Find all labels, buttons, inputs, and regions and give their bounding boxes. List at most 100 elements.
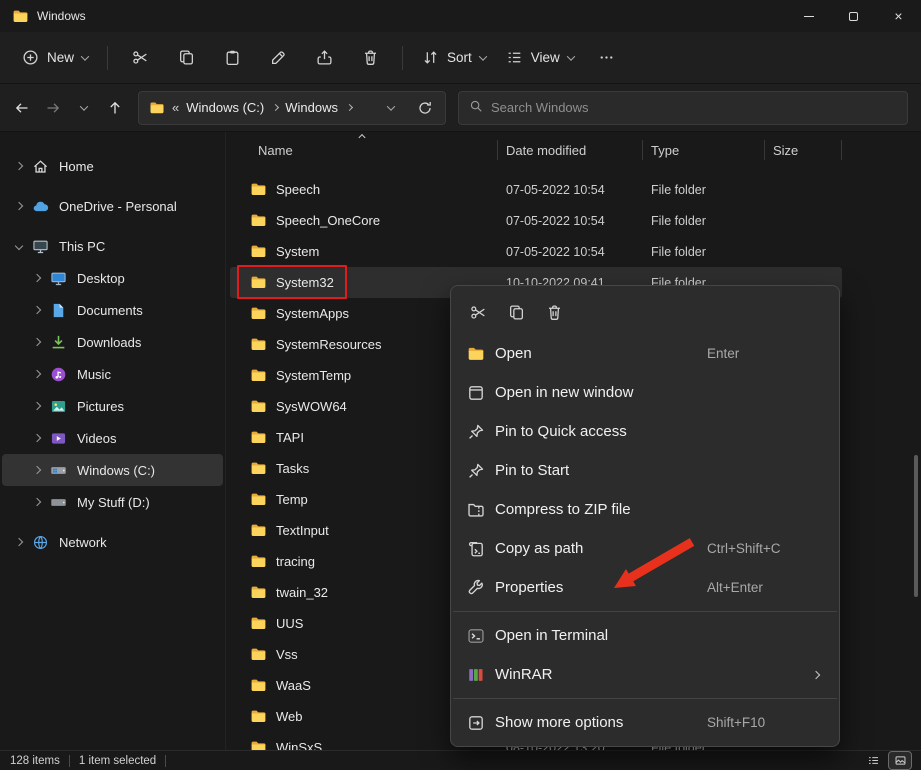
context-menu-item-open[interactable]: Open Enter: [455, 334, 835, 373]
sidebar-item-my-stuff-d[interactable]: My Stuff (D:): [2, 486, 223, 518]
expand-chevron-icon[interactable]: [33, 338, 41, 346]
vertical-scrollbar-thumb[interactable]: [914, 455, 918, 597]
back-button[interactable]: [6, 92, 37, 123]
search-box[interactable]: [458, 91, 908, 125]
expand-chevron-icon[interactable]: [15, 242, 23, 250]
context-quick-cut[interactable]: [461, 296, 495, 328]
context-quick-delete[interactable]: [537, 296, 571, 328]
sidebar-item-pictures[interactable]: Pictures: [2, 390, 223, 422]
forward-button[interactable]: [37, 92, 68, 123]
column-header-type[interactable]: Type: [643, 132, 765, 166]
breadcrumb[interactable]: « Windows (C:) Windows: [138, 91, 446, 125]
sort-button-label: Sort: [447, 50, 472, 65]
context-menu-item-pin-to-quick-access[interactable]: Pin to Quick access: [455, 412, 835, 451]
sidebar-item-network[interactable]: Network: [2, 526, 223, 558]
sidebar-item-documents[interactable]: Documents: [2, 294, 223, 326]
new-button[interactable]: New: [12, 41, 98, 74]
context-menu-item-open-in-terminal[interactable]: Open in Terminal: [455, 616, 835, 655]
sidebar-item-onedrive-personal[interactable]: OneDrive - Personal: [2, 190, 223, 222]
file-row-speech[interactable]: Speech 07-05-2022 10:54 File folder: [230, 174, 842, 205]
arrow-right-icon: [45, 100, 61, 116]
navigation-pane: Home OneDrive - Personal This PC: [0, 132, 226, 750]
winrar-icon: [467, 666, 485, 684]
context-menu-item-properties[interactable]: Properties Alt+Enter: [455, 568, 835, 607]
sort-button[interactable]: Sort: [412, 41, 496, 74]
breadcrumb-label[interactable]: Windows (C:): [186, 100, 264, 115]
breadcrumb-label[interactable]: Windows: [285, 100, 338, 115]
column-header-name[interactable]: Name: [226, 132, 498, 166]
sidebar-item-home[interactable]: Home: [2, 150, 223, 182]
folder-icon: [250, 243, 267, 260]
toolbar-delete[interactable]: [351, 41, 389, 75]
context-menu-item-open-in-new-window[interactable]: Open in new window: [455, 373, 835, 412]
folder-icon: [467, 345, 485, 363]
copy-icon: [178, 49, 195, 66]
toolbar-copy[interactable]: [167, 41, 205, 75]
file-row-system[interactable]: System 07-05-2022 10:54 File folder: [230, 236, 842, 267]
pin-icon: [467, 462, 485, 480]
expand-chevron-icon[interactable]: [33, 306, 41, 314]
file-row-speech-onecore[interactable]: Speech_OneCore 07-05-2022 10:54 File fol…: [230, 205, 842, 236]
toolbar-cut[interactable]: [121, 41, 159, 75]
toolbar-share[interactable]: [305, 41, 343, 75]
context-quick-copy[interactable]: [499, 296, 533, 328]
expand-chevron-icon[interactable]: [33, 274, 41, 282]
column-headers: Name Date modified Type Size: [226, 132, 921, 166]
view-button[interactable]: View: [496, 41, 584, 74]
window-title: Windows: [37, 9, 86, 23]
expand-chevron-icon[interactable]: [15, 538, 23, 546]
file-name: SystemTemp: [276, 368, 351, 383]
expand-chevron-icon[interactable]: [15, 202, 23, 210]
close-button[interactable]: ×: [876, 0, 921, 32]
menu-item-label: Pin to Quick access: [495, 423, 627, 440]
context-menu-item-pin-to-start[interactable]: Pin to Start: [455, 451, 835, 490]
details-view-button[interactable]: [862, 752, 884, 769]
context-menu-item-copy-as-path[interactable]: Copy as path Ctrl+Shift+C: [455, 529, 835, 568]
sidebar-item-music[interactable]: Music: [2, 358, 223, 390]
breadcrumb-overflow-indicator[interactable]: «: [172, 100, 179, 115]
toolbar-rename[interactable]: [259, 41, 297, 75]
rename-icon: [270, 49, 287, 66]
maximize-button[interactable]: [831, 0, 876, 32]
toolbar-paste[interactable]: [213, 41, 251, 75]
folder-icon: [250, 553, 267, 570]
sidebar-item-this-pc[interactable]: This PC: [2, 230, 223, 262]
address-dropdown-button[interactable]: [379, 96, 403, 120]
sidebar-item-videos[interactable]: Videos: [2, 422, 223, 454]
breadcrumb-item-windows[interactable]: Windows: [285, 100, 352, 115]
view-icon: [506, 49, 523, 66]
chevron-down-icon: [479, 52, 487, 60]
sidebar-item-windows-c[interactable]: Windows (C:): [2, 454, 223, 486]
maximize-icon: [849, 12, 858, 21]
expand-chevron-icon[interactable]: [15, 162, 23, 170]
context-menu-item-winrar[interactable]: WinRAR: [455, 655, 835, 694]
column-header-date-modified[interactable]: Date modified: [498, 132, 643, 166]
breadcrumb-item-windows-c[interactable]: Windows (C:): [186, 100, 278, 115]
drive-win-icon: [50, 462, 67, 479]
menu-item-label: Copy as path: [495, 540, 583, 557]
context-menu-item-compress-to-zip-file[interactable]: Compress to ZIP file: [455, 490, 835, 529]
more-options-button[interactable]: [588, 41, 626, 75]
expand-chevron-icon[interactable]: [33, 402, 41, 410]
up-button[interactable]: [99, 92, 130, 123]
expand-chevron-icon[interactable]: [33, 498, 41, 506]
terminal-icon: [467, 627, 485, 645]
sidebar-item-desktop[interactable]: Desktop: [2, 262, 223, 294]
expand-chevron-icon[interactable]: [33, 370, 41, 378]
context-menu-separator: [453, 698, 837, 699]
context-menu-item-show-more-options[interactable]: Show more options Shift+F10: [455, 703, 835, 742]
folder-icon: [250, 739, 267, 750]
expand-chevron-icon[interactable]: [33, 466, 41, 474]
copy-icon: [508, 304, 525, 321]
large-thumbnails-view-button[interactable]: [889, 752, 911, 769]
title-bar: Windows ×: [0, 0, 921, 32]
recent-locations-button[interactable]: [68, 92, 99, 123]
search-input[interactable]: [491, 100, 897, 115]
cut-icon: [132, 49, 149, 66]
expand-chevron-icon[interactable]: [33, 434, 41, 442]
sidebar-item-downloads[interactable]: Downloads: [2, 326, 223, 358]
documents-icon: [50, 302, 67, 319]
refresh-button[interactable]: [413, 96, 437, 120]
minimize-button[interactable]: [786, 0, 831, 32]
column-header-size[interactable]: Size: [765, 132, 842, 166]
